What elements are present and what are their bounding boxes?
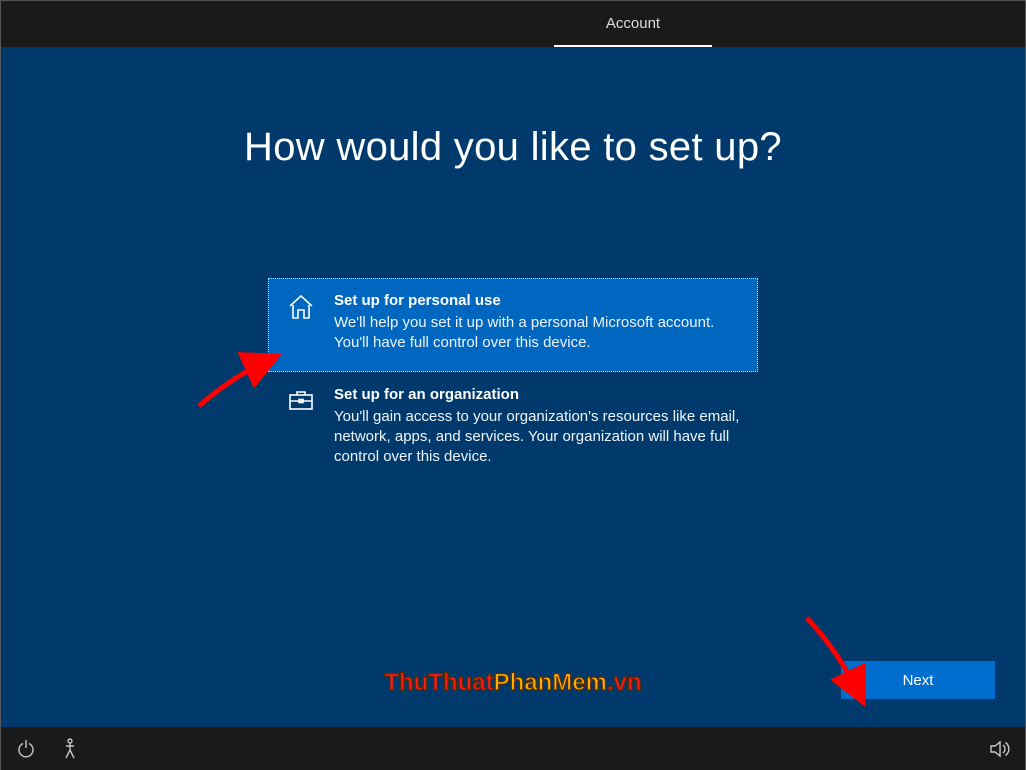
setup-options: Set up for personal use We'll help you s… xyxy=(268,278,758,485)
option-title: Set up for personal use xyxy=(334,292,740,309)
power-icon[interactable] xyxy=(15,738,37,760)
option-title: Set up for an organization xyxy=(334,386,740,403)
next-button[interactable]: Next xyxy=(841,661,995,699)
option-personal-use[interactable]: Set up for personal use We'll help you s… xyxy=(268,278,758,372)
watermark: ThuThuatPhanMem.vn xyxy=(384,669,641,697)
home-icon xyxy=(286,292,316,354)
option-description: You'll gain access to your organization'… xyxy=(334,407,740,468)
watermark-part: PhanMem xyxy=(494,669,607,696)
watermark-part: ThuThuat xyxy=(384,669,493,696)
option-organization[interactable]: Set up for an organization You'll gain a… xyxy=(268,372,758,486)
tab-label: Account xyxy=(606,15,660,32)
briefcase-icon xyxy=(286,386,316,468)
bottom-toolbar xyxy=(1,727,1025,770)
setup-stage-tabs: Account xyxy=(1,1,1025,47)
watermark-part: .vn xyxy=(607,669,642,696)
option-description: We'll help you set it up with a personal… xyxy=(334,313,740,354)
accessibility-icon[interactable] xyxy=(59,738,81,760)
page-title: How would you like to set up? xyxy=(1,125,1025,170)
tab-account[interactable]: Account xyxy=(554,1,712,47)
main-content: How would you like to set up? Set up for… xyxy=(1,47,1025,727)
volume-icon[interactable] xyxy=(989,738,1011,760)
